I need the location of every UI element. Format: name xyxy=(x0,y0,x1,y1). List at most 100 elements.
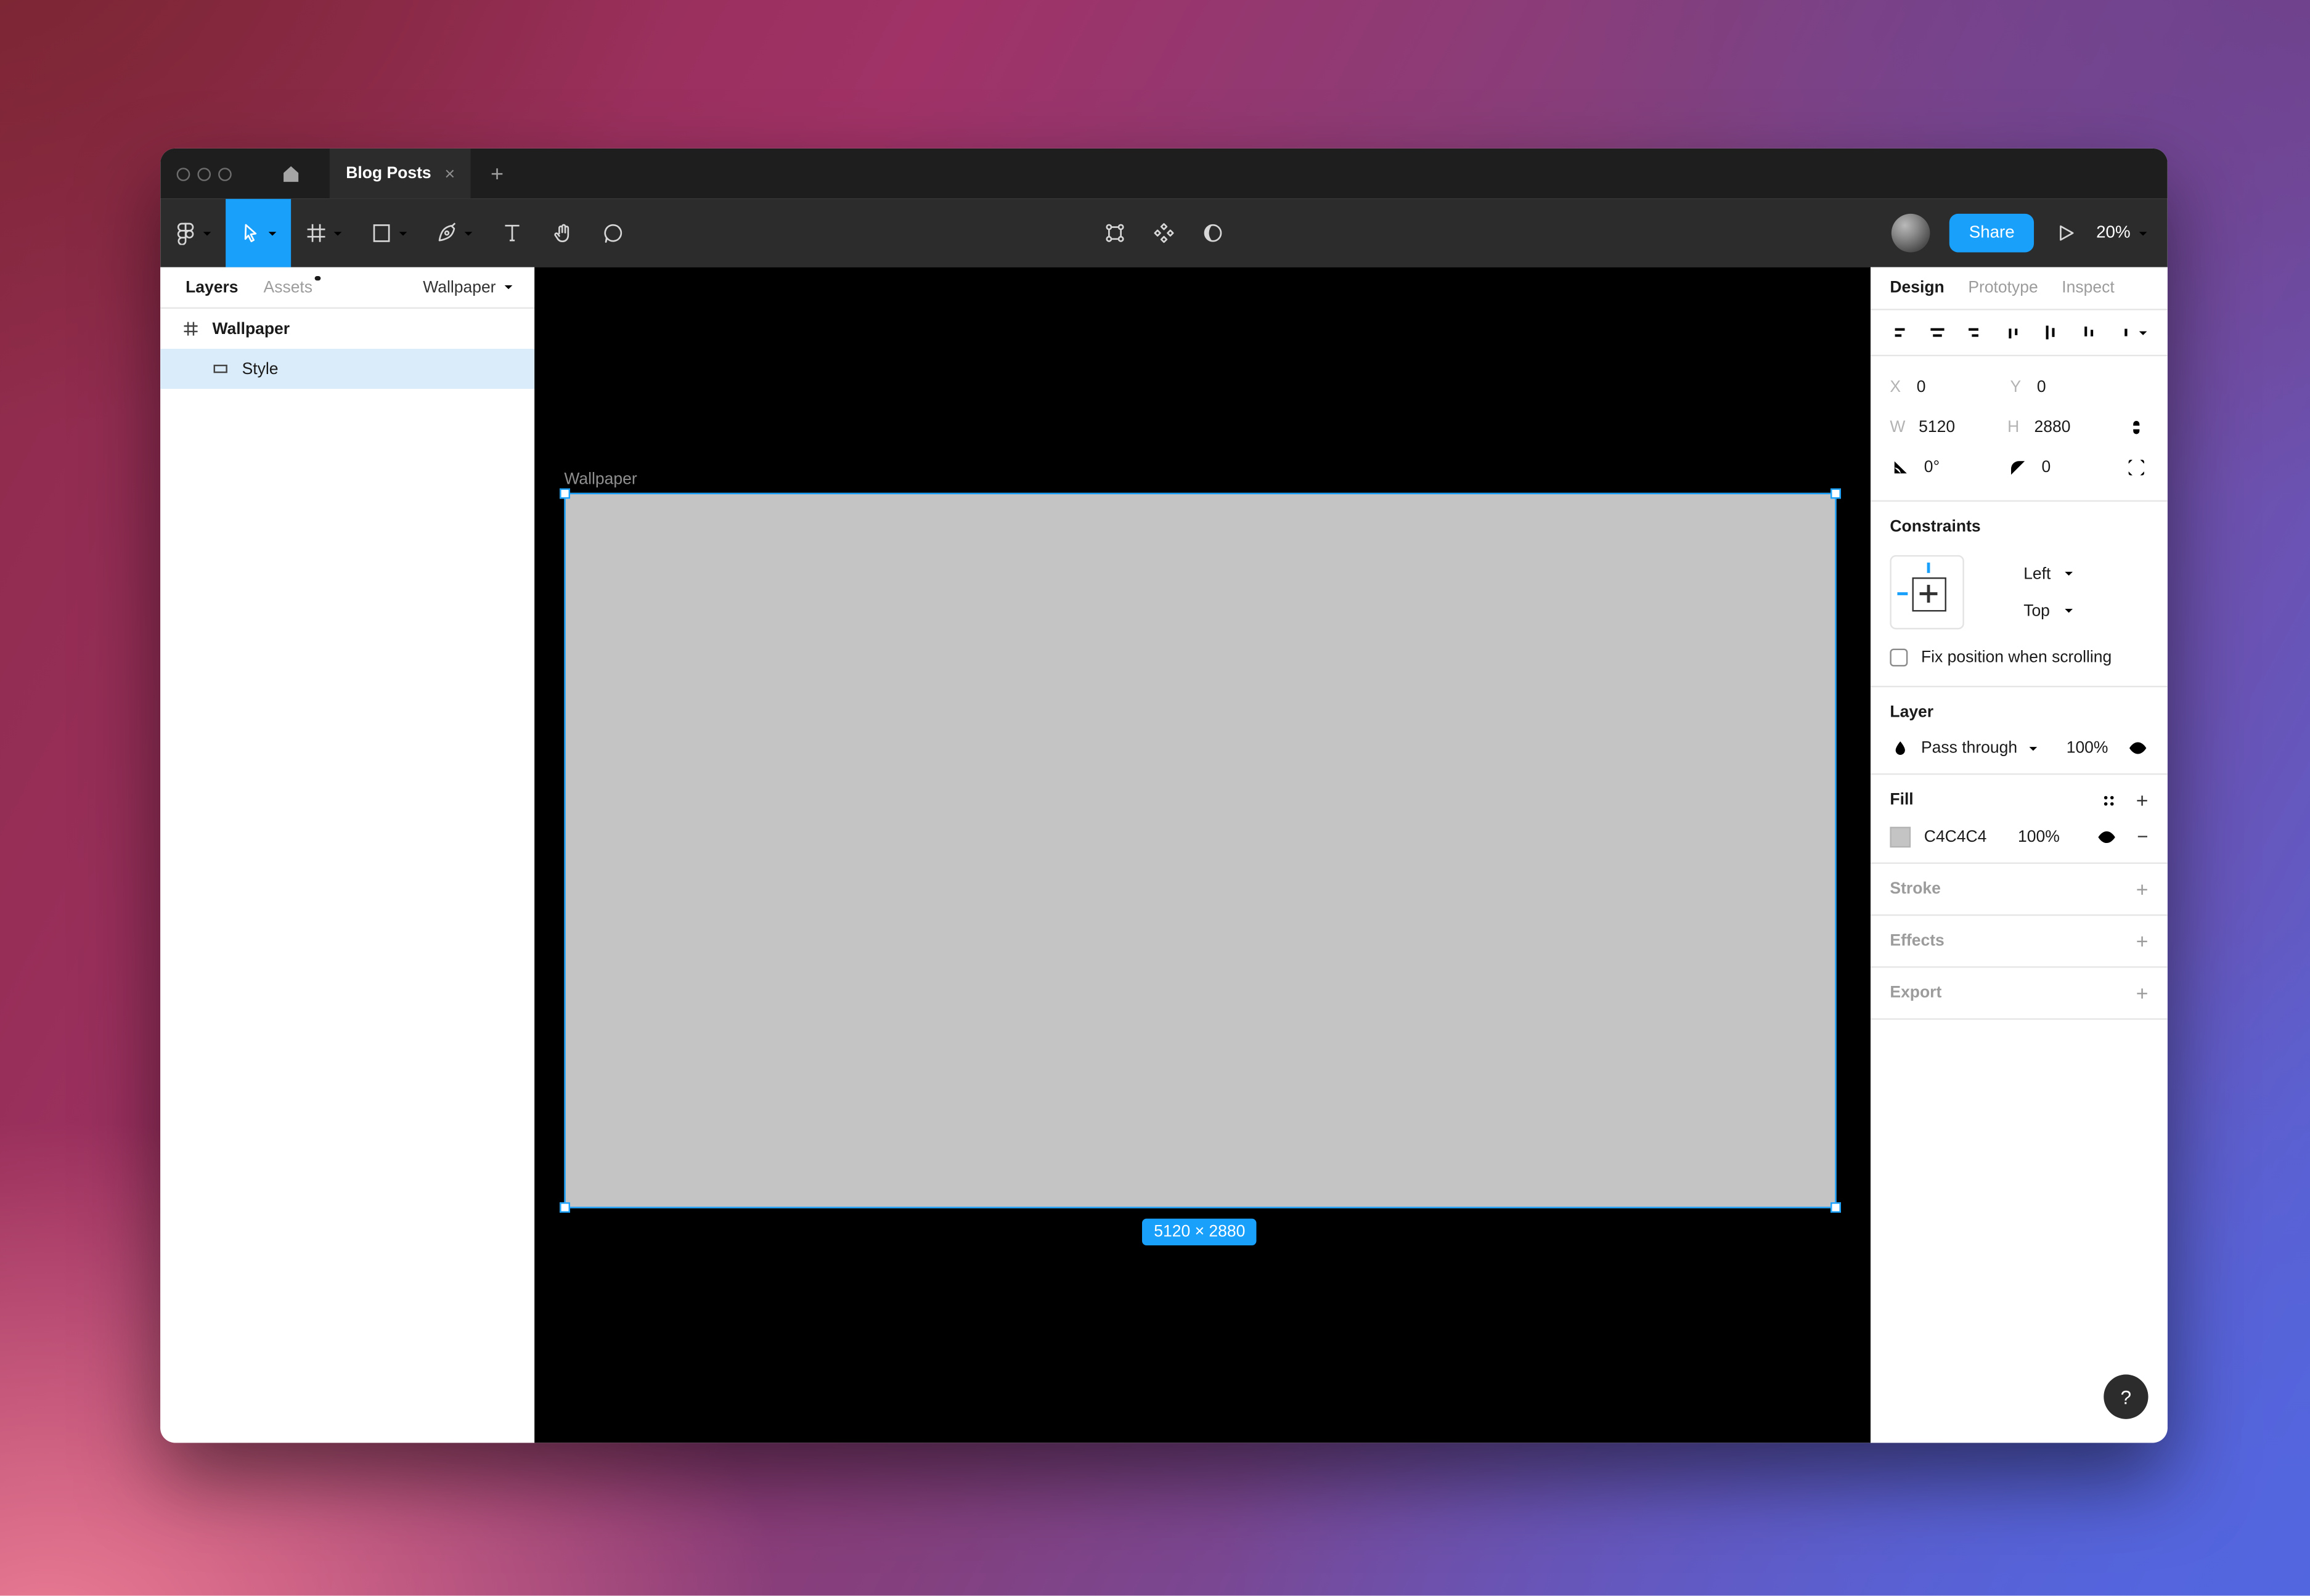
export-header: Export + xyxy=(1871,968,2168,1019)
tab-design[interactable]: Design xyxy=(1890,279,1944,297)
layer-row-wallpaper[interactable]: Wallpaper xyxy=(160,309,534,349)
fill-visibility-eye-icon[interactable] xyxy=(2097,826,2118,847)
constraints-widget[interactable] xyxy=(1890,555,1964,629)
width-label: W xyxy=(1890,418,1905,436)
create-component-icon[interactable] xyxy=(1152,221,1176,245)
add-export-button[interactable]: + xyxy=(2136,983,2149,1004)
blend-mode-droplet-icon xyxy=(1890,738,1911,759)
rotation-field[interactable]: 0° xyxy=(1890,457,2007,478)
layer-row-style[interactable]: Style xyxy=(160,349,534,389)
vertical-constraint-dropdown[interactable]: Top xyxy=(1993,602,2075,620)
layer-opacity-value[interactable]: 100% xyxy=(2067,739,2108,757)
resize-handle-top-right[interactable] xyxy=(1830,488,1841,499)
resize-handle-top-left[interactable] xyxy=(560,488,570,499)
fill-opacity-value[interactable]: 100% xyxy=(2018,828,2060,845)
chevron-down-icon xyxy=(2064,569,2075,579)
constraint-left-tick[interactable] xyxy=(1897,592,1908,596)
zoom-level-control[interactable]: 20% xyxy=(2096,224,2148,242)
constraints-section: Constraints xyxy=(1871,502,2168,687)
rotation-angle-icon xyxy=(1890,457,1911,478)
user-avatar[interactable] xyxy=(1892,214,1930,253)
present-play-icon[interactable] xyxy=(2053,221,2077,245)
fix-position-checkbox[interactable] xyxy=(1890,649,1908,667)
blend-mode-dropdown[interactable]: Pass through xyxy=(1890,738,2038,759)
share-button[interactable]: Share xyxy=(1949,214,2034,253)
layer-visibility-eye-icon[interactable] xyxy=(2128,738,2149,759)
home-button[interactable] xyxy=(269,149,313,199)
constraints-body: Left Top xyxy=(1871,552,2168,649)
minimize-window-button[interactable] xyxy=(197,167,211,181)
close-window-button[interactable] xyxy=(177,167,190,181)
alignment-toolbar xyxy=(1871,310,2168,356)
clip-content-icon xyxy=(2126,457,2147,478)
corner-radius-field[interactable]: 0 xyxy=(2007,457,2125,478)
pen-tool-button[interactable] xyxy=(422,199,487,267)
fill-styles-icon[interactable] xyxy=(2100,792,2116,808)
new-tab-button[interactable]: + xyxy=(491,161,504,186)
main-area: Layers Assets Wallpaper Wallpaper xyxy=(160,267,2168,1443)
resize-handle-bottom-left[interactable] xyxy=(560,1202,570,1213)
main-menu-button[interactable] xyxy=(160,199,226,267)
frame-name-label[interactable]: Wallpaper xyxy=(564,471,637,489)
add-fill-button[interactable]: + xyxy=(2136,789,2149,810)
layer-body: Pass through 100% xyxy=(1871,738,2168,773)
properties-section: X 0 Y 0 W 5120 H xyxy=(1871,356,2168,502)
blend-mode-value: Pass through xyxy=(1921,739,2017,757)
move-tool-button[interactable] xyxy=(226,199,291,267)
x-value: 0 xyxy=(1917,378,1926,396)
align-bottom-icon[interactable] xyxy=(2079,324,2097,341)
remove-fill-button[interactable]: − xyxy=(2137,825,2148,847)
layer-title: Layer xyxy=(1890,704,1933,722)
align-horizontal-center-icon[interactable] xyxy=(1928,324,1946,341)
export-section: Export + xyxy=(1871,968,2168,1020)
align-top-icon[interactable] xyxy=(2004,324,2022,341)
constrain-proportions-toggle[interactable] xyxy=(2125,415,2149,439)
height-field[interactable]: H 2880 xyxy=(2007,418,2125,436)
resize-handle-bottom-right[interactable] xyxy=(1830,1202,1841,1213)
text-tool-button[interactable] xyxy=(487,199,537,267)
horizontal-constraint-dropdown[interactable]: Left xyxy=(1993,565,2075,583)
comment-tool-button[interactable] xyxy=(588,199,639,267)
constraints-title: Constraints xyxy=(1890,518,1980,536)
x-field[interactable]: X 0 xyxy=(1890,378,2010,396)
tab-blog-posts[interactable]: Blog Posts × xyxy=(330,149,471,199)
figma-logo-icon xyxy=(174,221,198,245)
tab-prototype[interactable]: Prototype xyxy=(1968,279,2038,297)
page-selector[interactable]: Wallpaper xyxy=(423,279,513,296)
clip-content-button[interactable] xyxy=(2125,455,2149,479)
use-as-mask-icon[interactable] xyxy=(1201,221,1225,245)
align-right-icon[interactable] xyxy=(1965,324,1983,341)
canvas[interactable]: Wallpaper 5120 × 2880 xyxy=(534,267,1871,1443)
fill-actions: + xyxy=(2100,789,2149,810)
add-stroke-button[interactable]: + xyxy=(2136,879,2149,900)
constraint-top-tick[interactable] xyxy=(1927,563,1930,573)
align-vertical-center-icon[interactable] xyxy=(2041,324,2059,341)
home-icon xyxy=(279,162,303,186)
tab-layers[interactable]: Layers xyxy=(186,279,238,296)
distribute-menu[interactable] xyxy=(2117,324,2149,341)
chevron-down-icon xyxy=(2138,228,2149,238)
layer-name: Wallpaper xyxy=(212,320,290,338)
align-left-icon[interactable] xyxy=(1890,324,1908,341)
fill-color-swatch[interactable] xyxy=(1890,826,1911,847)
fill-header: Fill + xyxy=(1871,775,2168,825)
tab-inspect[interactable]: Inspect xyxy=(2062,279,2114,297)
help-button[interactable]: ? xyxy=(2104,1375,2148,1419)
frame-tool-button[interactable] xyxy=(291,199,356,267)
add-effect-button[interactable]: + xyxy=(2136,930,2149,951)
fill-hex-value[interactable]: C4C4C4 xyxy=(1924,828,1987,845)
selected-frame[interactable] xyxy=(564,493,1836,1208)
hand-tool-button[interactable] xyxy=(537,199,588,267)
maximize-window-button[interactable] xyxy=(218,167,232,181)
layer-section: Layer Pass through 100% xyxy=(1871,687,2168,775)
text-tool-icon xyxy=(500,221,524,245)
shape-tool-button[interactable] xyxy=(356,199,422,267)
edit-object-icon[interactable] xyxy=(1103,221,1127,245)
y-field[interactable]: Y 0 xyxy=(2010,378,2131,396)
frame-layer-icon xyxy=(182,320,198,336)
tab-close-icon[interactable]: × xyxy=(444,165,455,182)
width-field[interactable]: W 5120 xyxy=(1890,418,2007,436)
tab-assets[interactable]: Assets xyxy=(264,279,313,296)
help-question-glyph: ? xyxy=(2121,1386,2131,1408)
fill-title: Fill xyxy=(1890,791,1913,809)
